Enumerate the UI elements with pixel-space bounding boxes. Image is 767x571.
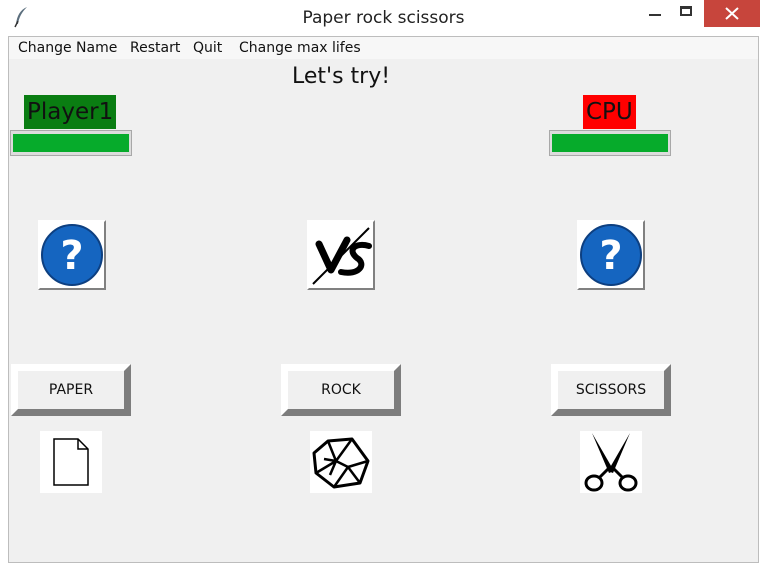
cpu-life-fill: [552, 134, 668, 152]
question-icon: ?: [580, 224, 642, 286]
close-icon: [725, 7, 739, 20]
player-life-bar: [10, 130, 132, 156]
menu-quit[interactable]: Quit: [193, 40, 222, 56]
rock-icon: [312, 437, 370, 489]
minimize-icon: [649, 14, 661, 16]
question-icon: ?: [41, 224, 103, 286]
scissors-icon: [584, 433, 638, 492]
svg-text:?: ?: [60, 233, 83, 279]
status-heading: Let's try!: [292, 64, 391, 89]
scissors-button[interactable]: SCISSORS: [551, 364, 671, 416]
rock-picture: [310, 431, 372, 493]
cpu-name-label: CPU: [583, 95, 636, 129]
svg-text:?: ?: [599, 233, 622, 279]
maximize-button[interactable]: [663, 0, 709, 27]
cpu-choice-display: ?: [577, 220, 645, 290]
versus-display: [307, 220, 375, 290]
paper-icon: [53, 438, 89, 486]
close-button[interactable]: [704, 0, 760, 27]
maximize-icon: [680, 6, 692, 16]
cpu-life-bar: [549, 130, 671, 156]
paper-picture: [40, 431, 102, 493]
window-body: [8, 36, 759, 563]
menu-change-name[interactable]: Change Name: [18, 40, 117, 56]
title-bar: Paper rock scissors: [0, 0, 767, 36]
paper-button[interactable]: PAPER: [11, 364, 131, 416]
vs-icon: [312, 227, 372, 285]
rock-button[interactable]: ROCK: [281, 364, 401, 416]
scissors-picture: [580, 431, 642, 493]
menu-change-max-lifes[interactable]: Change max lifes: [239, 40, 361, 56]
player-name-label: Player1: [24, 95, 117, 129]
player-choice-display: ?: [38, 220, 106, 290]
menu-bar: [9, 37, 758, 59]
menu-restart[interactable]: Restart: [130, 40, 180, 56]
player-life-fill: [13, 134, 129, 152]
